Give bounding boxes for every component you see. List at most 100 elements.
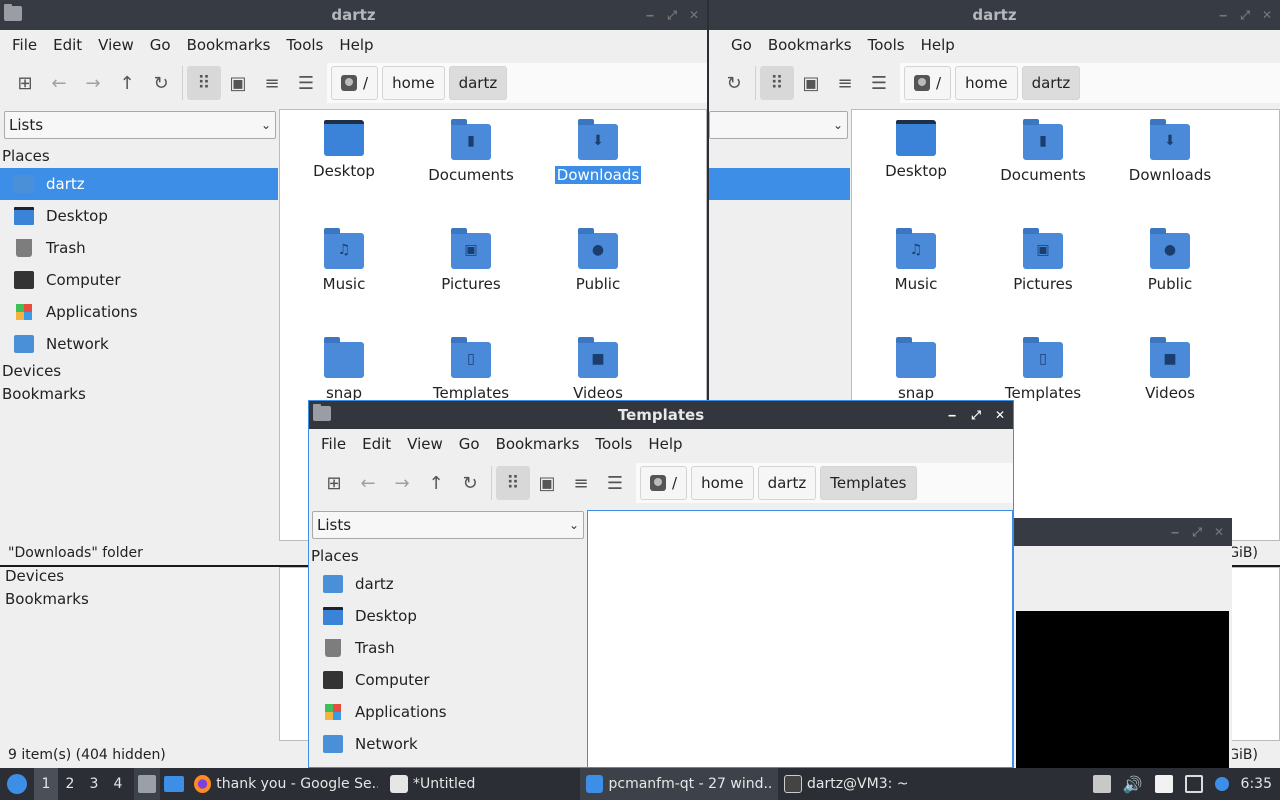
sidebar-item-dartz[interactable]	[709, 168, 850, 200]
updates-icon[interactable]	[1214, 777, 1229, 791]
new-tab-icon[interactable]: ⊞	[8, 66, 42, 100]
reload-icon[interactable]: ↻	[453, 466, 487, 500]
crumb-root[interactable]: /	[904, 66, 952, 100]
icon-view-icon[interactable]: ⠿	[187, 66, 221, 100]
file-item[interactable]: ♫ Music	[856, 228, 976, 293]
file-item[interactable]: snap	[856, 337, 976, 402]
notes-icon[interactable]	[1154, 775, 1173, 793]
clipboard-icon[interactable]	[1092, 775, 1111, 793]
crumb-home[interactable]: home	[382, 66, 445, 100]
places-header[interactable]: Places	[309, 545, 586, 568]
sidebar-item-applications[interactable]: Applications	[0, 296, 278, 328]
thumbnail-view-icon[interactable]: ▣	[794, 66, 828, 100]
crumb-templates[interactable]: Templates	[820, 466, 917, 500]
crumb-dartz[interactable]: dartz	[757, 466, 817, 500]
file-item[interactable]: ▣ Pictures	[411, 228, 531, 293]
minimize-icon[interactable]: ‒	[643, 8, 657, 22]
crumb-dartz[interactable]: dartz	[448, 66, 508, 100]
window-titlebar[interactable]: dartz ‒ ⤢ ✕	[709, 0, 1280, 30]
reload-icon[interactable]: ↻	[717, 66, 751, 100]
side-pane-mode-select[interactable]: Lists ⌄	[4, 111, 276, 139]
sidebar-item-network[interactable]: Network	[309, 728, 586, 760]
crumb-home[interactable]: home	[691, 466, 754, 500]
file-item[interactable]: ● Public	[1110, 228, 1230, 293]
quicklaunch-file-manager[interactable]	[134, 768, 160, 800]
icon-view-icon[interactable]: ⠿	[496, 466, 530, 500]
maximize-icon[interactable]: ⤢	[1238, 8, 1252, 23]
crumb-dartz[interactable]: dartz	[1021, 66, 1081, 100]
sidebar-item-computer[interactable]: Computer	[0, 264, 278, 296]
devices-header[interactable]: Devices	[0, 360, 278, 383]
window-titlebar[interactable]: ‒ ⤢ ✕	[1013, 518, 1232, 546]
file-item[interactable]: ▯ Templates	[411, 337, 531, 402]
quicklaunch-show-desktop[interactable]	[160, 768, 188, 800]
close-icon[interactable]: ✕	[1260, 8, 1274, 22]
forward-icon[interactable]: →	[76, 66, 110, 100]
file-item[interactable]: ♫ Music	[284, 228, 404, 293]
start-menu-button[interactable]	[0, 768, 34, 800]
sidebar-item-dartz[interactable]: dartz	[309, 568, 586, 600]
clock[interactable]: 6:35	[1241, 776, 1272, 792]
back-icon[interactable]: ←	[42, 66, 76, 100]
bookmarks-header[interactable]: Bookmarks	[0, 383, 278, 406]
thumbnail-view-icon[interactable]: ▣	[530, 466, 564, 500]
sidebar-item-desktop[interactable]: Desktop	[309, 600, 586, 632]
menu-help[interactable]: Help	[640, 435, 690, 453]
task-terminal[interactable]: dartz@VM3: ~	[778, 768, 928, 800]
icon-view-icon[interactable]: ⠿	[760, 66, 794, 100]
desktop-switch-4[interactable]: 4	[106, 776, 130, 792]
crumb-root[interactable]: /	[331, 66, 379, 100]
close-icon[interactable]: ✕	[1212, 525, 1226, 539]
menu-help[interactable]: Help	[913, 36, 963, 54]
crumb-home[interactable]: home	[955, 66, 1018, 100]
file-item[interactable]: ● Public	[538, 228, 658, 293]
menu-tools[interactable]: Tools	[278, 36, 331, 54]
devices-header[interactable]: Devices	[3, 567, 64, 588]
detail-view-icon[interactable]: ☰	[862, 66, 896, 100]
new-tab-icon[interactable]: ⊞	[317, 466, 351, 500]
maximize-icon[interactable]: ⤢	[665, 8, 679, 23]
file-item[interactable]: ▮ Documents	[983, 119, 1103, 184]
menu-tools[interactable]: Tools	[587, 435, 640, 453]
detail-view-icon[interactable]: ☰	[598, 466, 632, 500]
file-view-empty[interactable]	[587, 510, 1013, 767]
file-item[interactable]: Desktop	[856, 120, 976, 180]
compact-view-icon[interactable]: ≡	[828, 66, 862, 100]
menu-view[interactable]: View	[399, 435, 451, 453]
volume-icon[interactable]: 🔊	[1123, 775, 1143, 794]
desktop-switch-1[interactable]: 1	[34, 768, 58, 800]
up-icon[interactable]: ↑	[110, 66, 144, 100]
menu-go[interactable]: Go	[142, 36, 179, 54]
menu-edit[interactable]: Edit	[45, 36, 90, 54]
side-pane-mode-select[interactable]: Lists ⌄	[312, 511, 584, 539]
terminal-output[interactable]	[1016, 611, 1229, 768]
maximize-icon[interactable]: ⤢	[1190, 525, 1204, 540]
window-titlebar[interactable]: Templates ‒ ⤢ ✕	[309, 401, 1013, 429]
minimize-icon[interactable]: ‒	[945, 408, 959, 422]
back-icon[interactable]: ←	[351, 466, 385, 500]
minimize-icon[interactable]: ‒	[1168, 525, 1182, 539]
window-titlebar[interactable]: dartz ‒ ⤢ ✕	[0, 0, 707, 30]
sidebar-item-network[interactable]: Network	[0, 328, 278, 360]
file-item[interactable]: ■ Videos	[1110, 337, 1230, 402]
menu-view[interactable]: View	[90, 36, 142, 54]
network-tray-icon[interactable]	[1184, 775, 1203, 793]
menu-bookmarks[interactable]: Bookmarks	[488, 435, 588, 453]
menu-bookmarks[interactable]: Bookmarks	[179, 36, 279, 54]
crumb-root[interactable]: /	[640, 466, 688, 500]
sidebar-item-trash[interactable]: Trash	[0, 232, 278, 264]
sidebar-item-applications[interactable]: Applications	[309, 696, 586, 728]
bookmarks-header[interactable]: Bookmarks	[3, 588, 89, 611]
task-text-editor[interactable]: *Untitled	[384, 768, 580, 800]
menu-file[interactable]: File	[313, 435, 354, 453]
menu-go[interactable]: Go	[723, 36, 760, 54]
detail-view-icon[interactable]: ☰	[289, 66, 323, 100]
file-item[interactable]: ▮ Documents	[411, 119, 531, 184]
desktop-switch-3[interactable]: 3	[82, 776, 106, 792]
menu-go[interactable]: Go	[451, 435, 488, 453]
up-icon[interactable]: ↑	[419, 466, 453, 500]
file-item-selected[interactable]: ⬇ Downloads	[538, 119, 658, 185]
file-item[interactable]: ▣ Pictures	[983, 228, 1103, 293]
menu-tools[interactable]: Tools	[860, 36, 913, 54]
file-item[interactable]: snap	[284, 337, 404, 402]
